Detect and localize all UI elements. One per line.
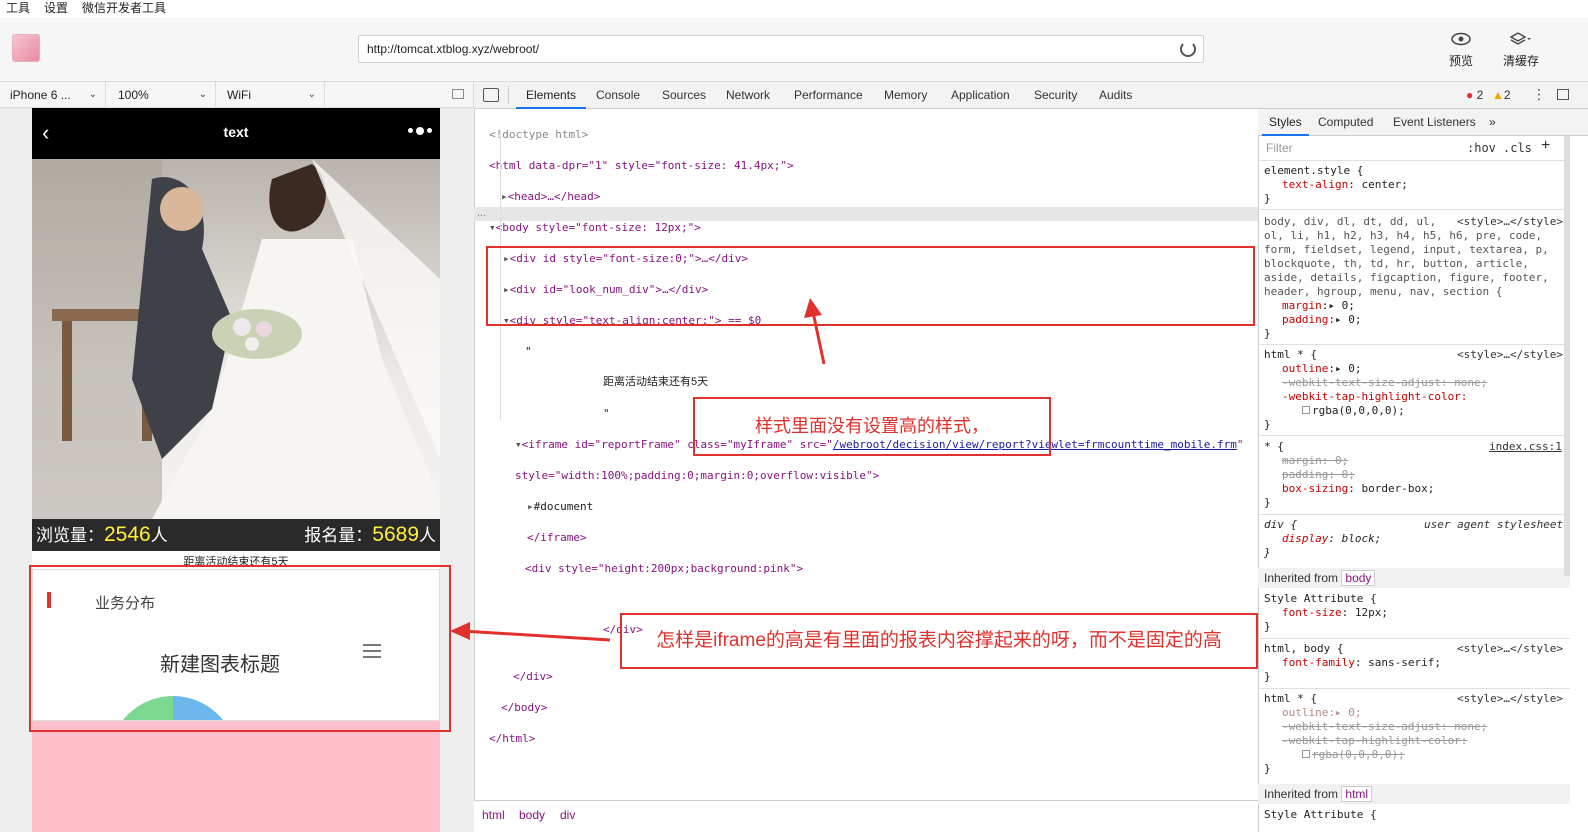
arrow-to-code: [811, 311, 826, 365]
arrowhead-left: [450, 622, 470, 640]
arrow-to-iframe: [461, 629, 611, 642]
annotation-arrows: [450, 298, 826, 642]
arrowhead-up: [804, 298, 822, 318]
